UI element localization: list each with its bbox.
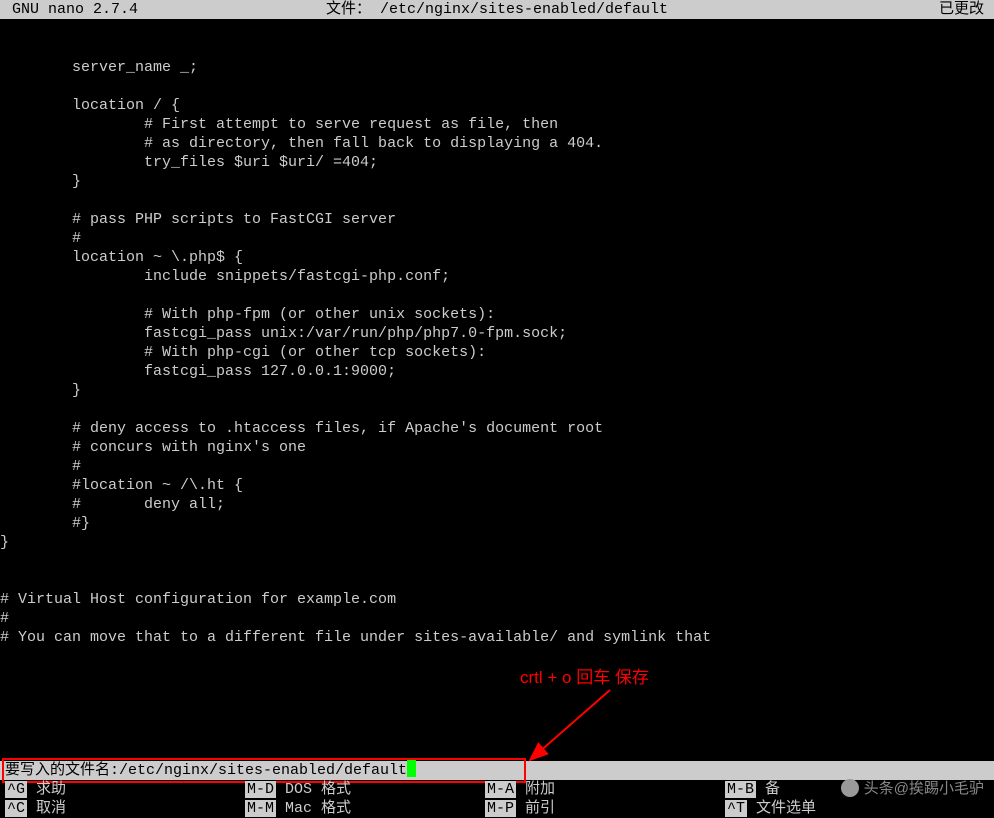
editor-line: fastcgi_pass unix:/var/run/php/php7.0-fp… xyxy=(0,324,994,343)
shortcut-label: 附加 xyxy=(516,781,555,798)
editor-line: # pass PHP scripts to FastCGI server xyxy=(0,210,994,229)
shortcut-key: ^T xyxy=(725,800,747,817)
editor-line: #location ~ /\.ht { xyxy=(0,476,994,495)
shortcut-key: ^G xyxy=(5,781,27,798)
editor-line: # You can move that to a different file … xyxy=(0,628,994,647)
file-path: 文件： /etc/nginx/sites-enabled/default xyxy=(0,0,994,19)
title-bar: GNU nano 2.7.4 文件： /etc/nginx/sites-enab… xyxy=(0,0,994,19)
prompt-label: 要写入的文件名: xyxy=(5,761,119,780)
shortcut-label: 前引 xyxy=(516,800,555,817)
shortcut-key: M-M xyxy=(245,800,276,817)
editor-line: include snippets/fastcgi-php.conf; xyxy=(0,267,994,286)
shortcut-key: ^C xyxy=(5,800,27,817)
menu-shortcut[interactable]: M-B 备 xyxy=(725,780,780,799)
editor-line xyxy=(0,191,994,210)
shortcut-label: 备 xyxy=(756,781,780,798)
editor-line: # Virtual Host configuration for example… xyxy=(0,590,994,609)
editor-line: fastcgi_pass 127.0.0.1:9000; xyxy=(0,362,994,381)
watermark-icon xyxy=(841,779,859,797)
arrow-icon xyxy=(525,688,617,763)
shortcut-label: 求助 xyxy=(27,781,66,798)
watermark-text: 头条@挨踢小毛驴 xyxy=(864,777,984,798)
menu-shortcut[interactable]: M-A 附加 xyxy=(485,780,555,799)
annotation-text: crtl + o 回车 保存 xyxy=(520,663,649,688)
editor-line: # First attempt to serve request as file… xyxy=(0,115,994,134)
editor-line: # xyxy=(0,457,994,476)
shortcut-label: 取消 xyxy=(27,800,66,817)
menu-shortcut[interactable]: M-P 前引 xyxy=(485,799,555,818)
editor-line xyxy=(0,400,994,419)
editor-line: location / { xyxy=(0,96,994,115)
menu-shortcut[interactable]: M-D DOS 格式 xyxy=(245,780,351,799)
editor-line: server_name _; xyxy=(0,58,994,77)
shortcut-key: M-B xyxy=(725,781,756,798)
editor-line: # deny access to .htaccess files, if Apa… xyxy=(0,419,994,438)
editor-line: # xyxy=(0,229,994,248)
shortcut-key: M-D xyxy=(245,781,276,798)
editor-line xyxy=(0,552,994,571)
editor-line: location ~ \.php$ { xyxy=(0,248,994,267)
shortcut-key: M-A xyxy=(485,781,516,798)
editor-line: } xyxy=(0,381,994,400)
editor-line xyxy=(0,286,994,305)
menu-shortcut[interactable]: M-M Mac 格式 xyxy=(245,799,351,818)
prompt-value[interactable]: /etc/nginx/sites-enabled/default xyxy=(119,761,407,780)
editor-line xyxy=(0,77,994,96)
shortcut-label: DOS 格式 xyxy=(276,781,351,798)
editor-line xyxy=(0,571,994,590)
cursor xyxy=(407,759,416,777)
shortcut-key: M-P xyxy=(485,800,516,817)
editor-line: } xyxy=(0,533,994,552)
editor-area[interactable]: server_name _; location / { # First atte… xyxy=(0,19,994,647)
editor-line: # With php-fpm (or other unix sockets): xyxy=(0,305,994,324)
editor-line: # concurs with nginx's one xyxy=(0,438,994,457)
editor-line xyxy=(0,39,994,58)
editor-line: # With php-cgi (or other tcp sockets): xyxy=(0,343,994,362)
editor-line: try_files $uri $uri/ =404; xyxy=(0,153,994,172)
menu-shortcut[interactable]: ^C 取消 xyxy=(5,799,66,818)
shortcut-label: Mac 格式 xyxy=(276,800,351,817)
editor-line: # xyxy=(0,609,994,628)
menu-shortcut[interactable]: ^T 文件选单 xyxy=(725,799,816,818)
editor-line: # as directory, then fall back to displa… xyxy=(0,134,994,153)
menu-shortcut[interactable]: ^G 求助 xyxy=(5,780,66,799)
modified-status: 已更改 xyxy=(939,0,984,19)
editor-line: # deny all; xyxy=(0,495,994,514)
editor-line: #} xyxy=(0,514,994,533)
editor-line: } xyxy=(0,172,994,191)
watermark: 头条@挨踢小毛驴 xyxy=(841,777,984,798)
shortcut-label: 文件选单 xyxy=(747,800,816,817)
